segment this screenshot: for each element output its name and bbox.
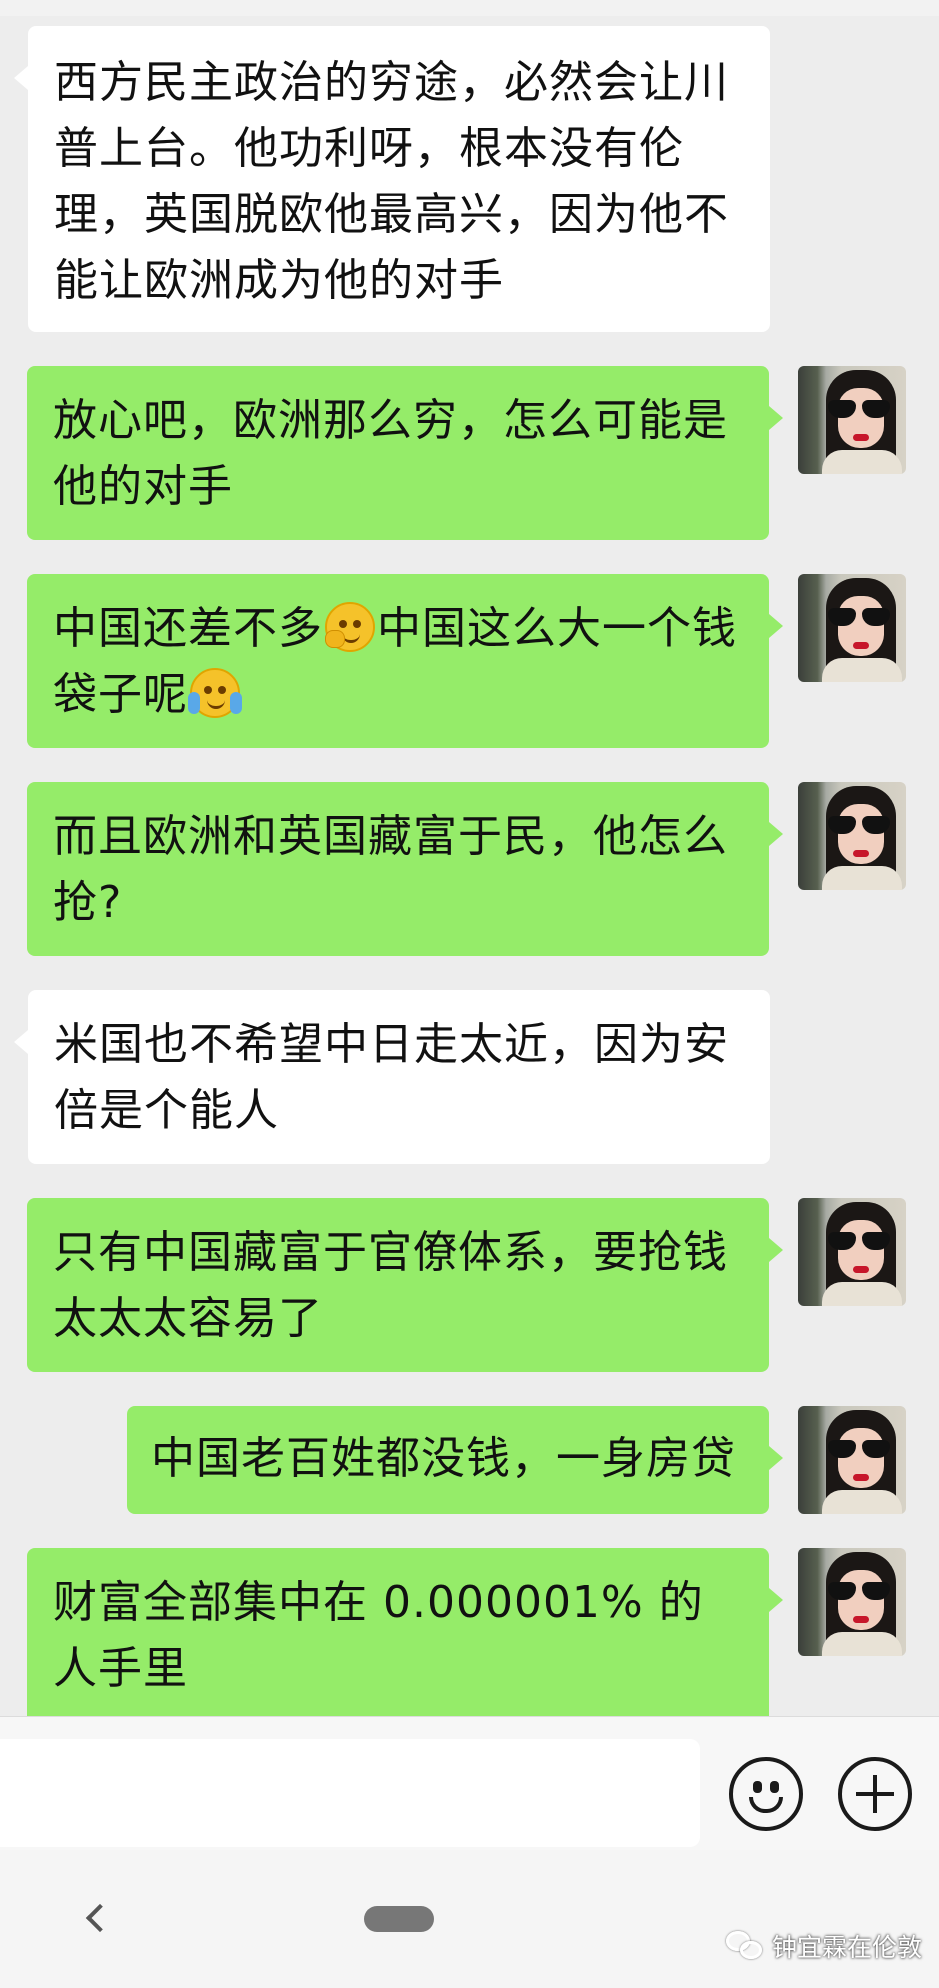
user-avatar[interactable] [798,1548,906,1656]
message-text: 放心吧，欧洲那么穷，怎么可能是他的对手 [53,395,728,512]
user-avatar[interactable] [798,574,906,682]
watermark-text: 钟宜霖在伦敦 [772,1933,923,1962]
message-bubble-sent[interactable]: 财富全部集中在 0.000001% 的人手里 [27,1548,783,1716]
plus-icon[interactable] [838,1757,912,1831]
system-navigation-bar: 钟宜霖在伦敦 [0,1850,939,1988]
user-avatar[interactable] [798,366,906,474]
top-edge [0,0,939,16]
user-avatar[interactable] [798,782,906,890]
message-bubble-received[interactable]: 米国也不希望中日走太近，因为安倍是个能人 [14,990,770,1164]
message-text: 而且欧洲和英国藏富于民，他怎么抢? [53,811,728,928]
home-indicator[interactable] [364,1906,434,1932]
smiley-icon[interactable] [729,1757,803,1831]
message-input[interactable] [0,1739,700,1847]
chat-area[interactable]: 西方民主政治的穷途，必然会让川普上台。他功利呀，根本没有伦理，英国脱欧他最高兴，… [0,0,939,1716]
thinking-face-emoji [325,602,375,652]
user-avatar[interactable] [798,1198,906,1306]
laugh-cry-emoji [188,668,242,718]
watermark: 钟宜霖在伦敦 [726,1926,922,1966]
message-bubble-sent[interactable]: 而且欧洲和英国藏富于民，他怎么抢? [27,782,783,956]
message-bubble-sent[interactable]: 中国还差不多 中国这么大一个钱袋子呢 [27,574,783,748]
message-text: 财富全部集中在 0.000001% 的人手里 [53,1577,704,1694]
message-text: 西方民主政治的穷途，必然会让川普上台。他功利呀，根本没有伦理，英国脱欧他最高兴，… [54,57,729,306]
back-chevron-icon[interactable] [82,1904,110,1932]
message-bubble-received[interactable]: 西方民主政治的穷途，必然会让川普上台。他功利呀，根本没有伦理，英国脱欧他最高兴，… [14,26,770,332]
message-bubble-sent[interactable]: 放心吧，欧洲那么穷，怎么可能是他的对手 [27,366,783,540]
message-text: 中国老百姓都没钱，一身房贷 [151,1433,736,1484]
input-bar [0,1716,939,1850]
message-text: 中国还差不多 [53,603,323,654]
wechat-icon [726,1931,764,1961]
message-text: 只有中国藏富于官僚体系，要抢钱太太太容易了 [53,1227,728,1344]
message-bubble-sent[interactable]: 中国老百姓都没钱，一身房贷 [127,1406,783,1514]
message-text: 米国也不希望中日走太近，因为安倍是个能人 [54,1019,729,1136]
message-bubble-sent[interactable]: 只有中国藏富于官僚体系，要抢钱太太太容易了 [27,1198,783,1372]
user-avatar[interactable] [798,1406,906,1514]
